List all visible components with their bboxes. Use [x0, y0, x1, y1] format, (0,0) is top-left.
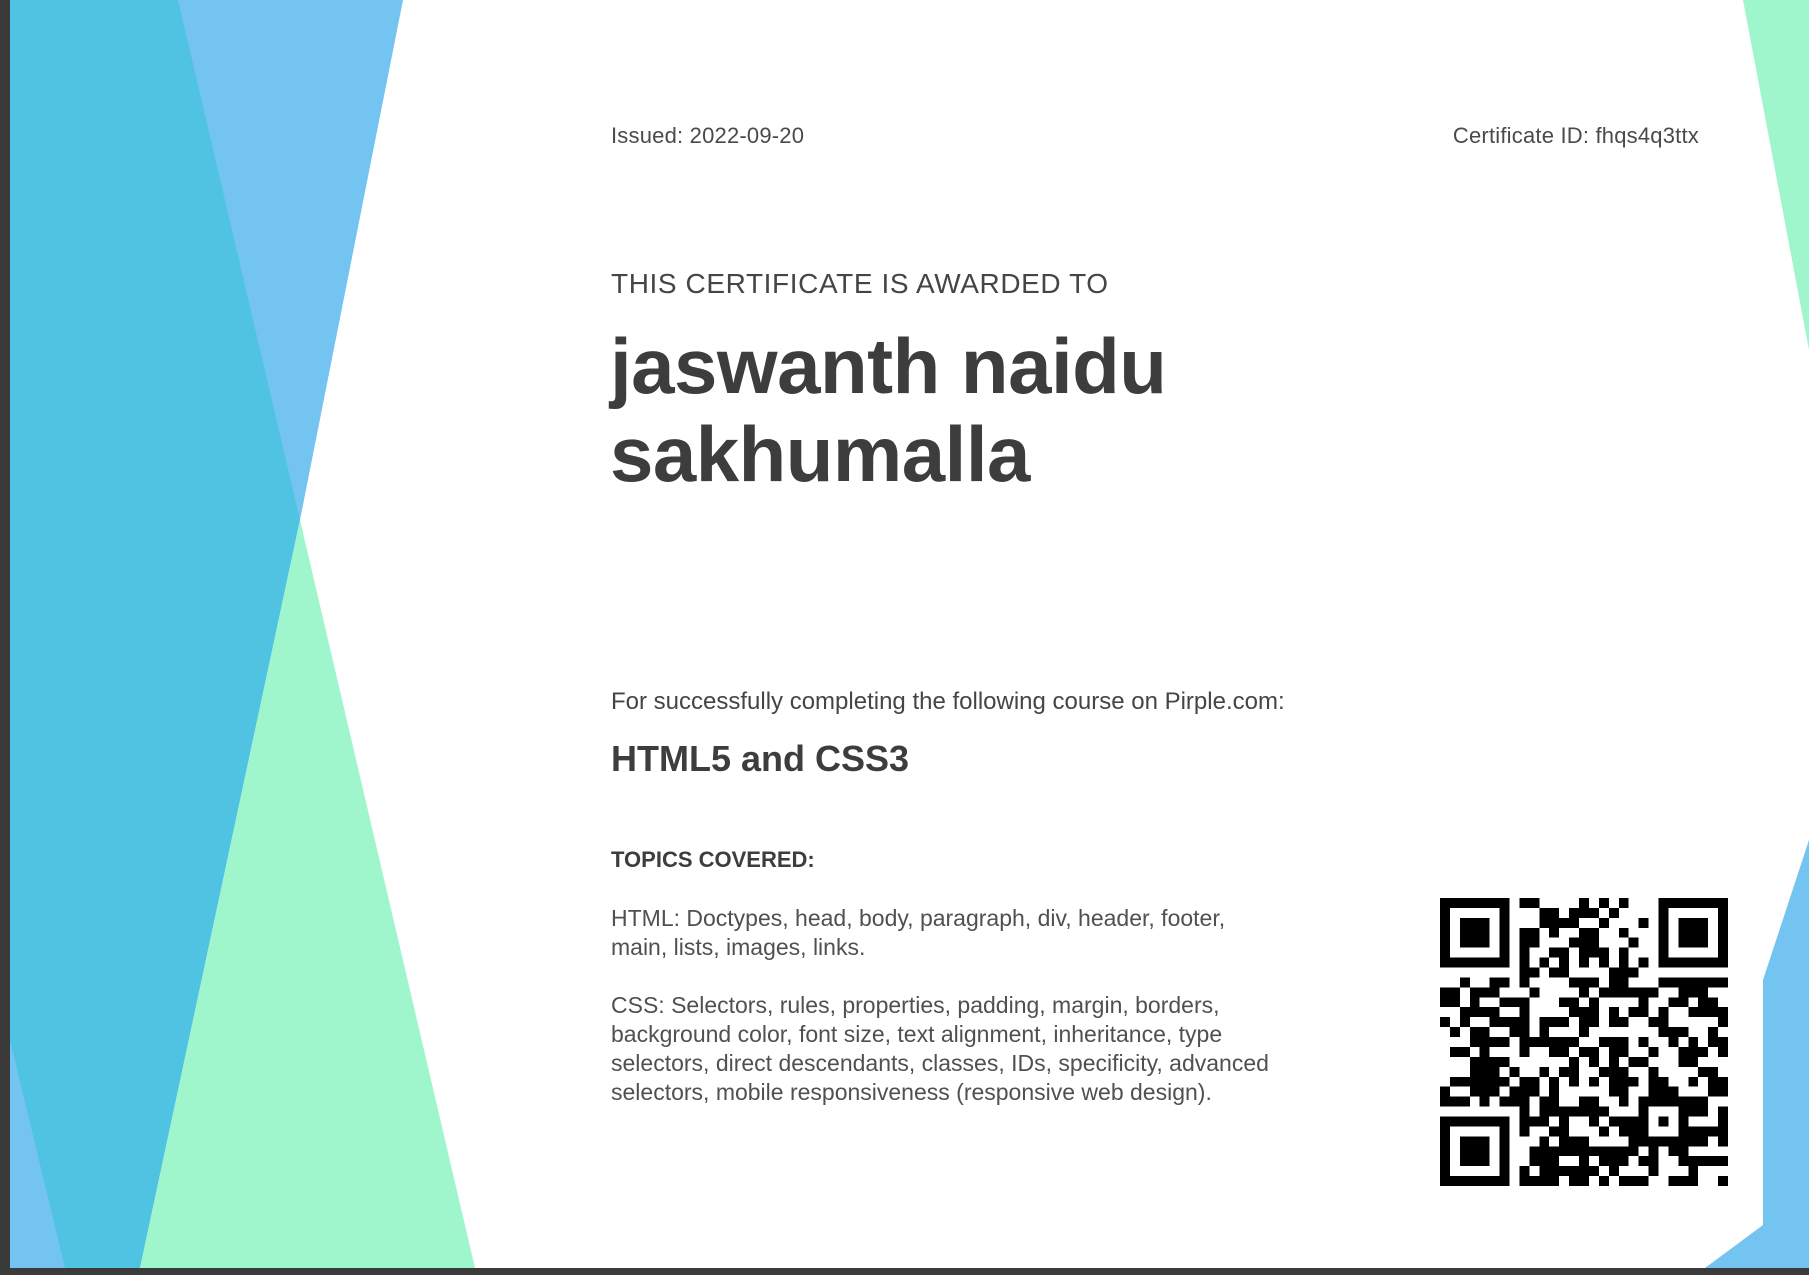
awarded-heading: THIS CERTIFICATE IS AWARDED TO: [611, 268, 1109, 299]
certificate-page: Issued: 2022-09-20 Certificate ID: fhqs4…: [10, 0, 1809, 1268]
right-mint-shape: [1743, 0, 1809, 350]
course-name: HTML5 and CSS3: [611, 738, 910, 779]
topic-css-paragraph: CSS: Selectors, rules, properties, paddi…: [611, 992, 1269, 1105]
certificate-id: Certificate ID: fhqs4q3ttx: [1452, 123, 1699, 148]
qr-code-icon: [1440, 898, 1728, 1186]
recipient-name: jaswanth naidu sakhumalla: [610, 322, 1310, 498]
topics-heading: TOPICS COVERED:: [611, 847, 815, 872]
recipient-name-line2: sakhumalla: [610, 410, 1030, 498]
topic-html-paragraph: HTML: Doctypes, head, body, paragraph, d…: [611, 905, 1226, 960]
issued-date: Issued: 2022-09-20: [611, 123, 805, 148]
completion-text: For successfully completing the followin…: [611, 688, 1285, 715]
recipient-name-line1: jaswanth naidu: [610, 322, 1167, 410]
